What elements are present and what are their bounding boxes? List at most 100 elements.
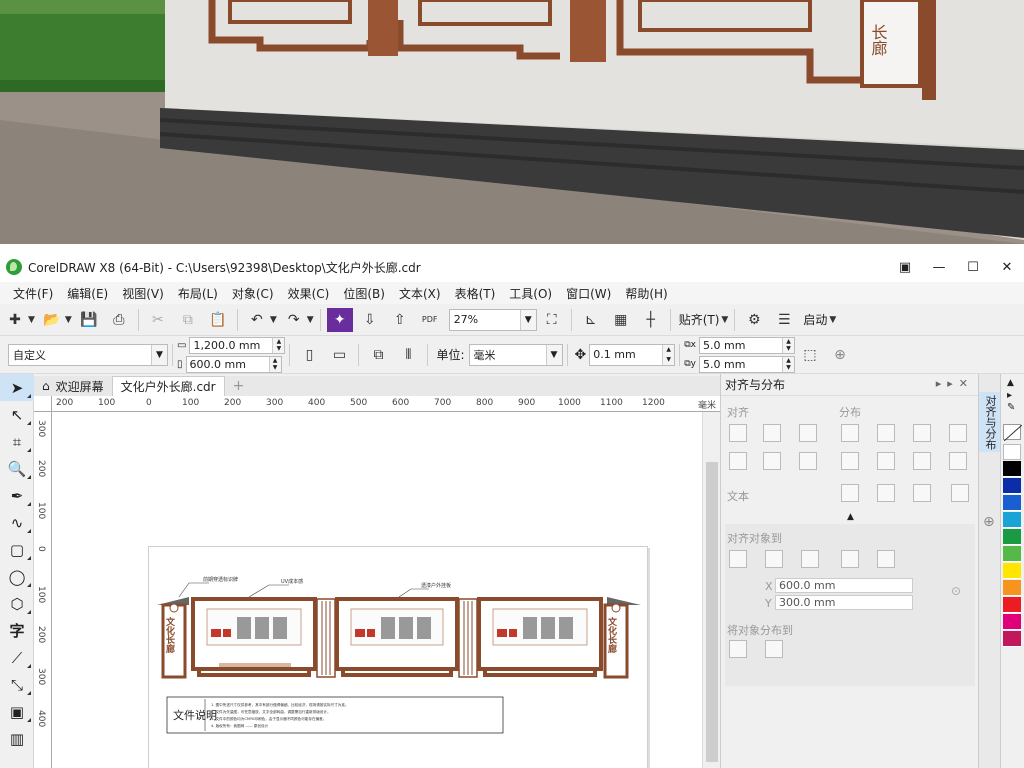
color-swatch[interactable] bbox=[1003, 461, 1021, 477]
text-first-baseline-icon[interactable] bbox=[841, 484, 859, 502]
dup-y-spinner[interactable]: ▲ ▼ bbox=[782, 356, 794, 372]
page-height-field[interactable]: 600.0 mm ▲ ▼ bbox=[185, 355, 282, 373]
save-icon[interactable]: 💾 bbox=[76, 308, 102, 332]
distribute-spacing-icon[interactable] bbox=[913, 424, 931, 442]
width-spinner[interactable]: ▲ ▼ bbox=[272, 337, 285, 353]
all-pages-icon[interactable]: ⧉ bbox=[365, 343, 391, 367]
text-outline-icon[interactable] bbox=[951, 484, 969, 502]
close-button[interactable]: ✕ bbox=[990, 252, 1024, 282]
align-center-h-icon[interactable] bbox=[763, 424, 781, 442]
color-swatch[interactable] bbox=[1003, 597, 1021, 613]
palette-scroll-up-icon[interactable]: ▲ bbox=[1007, 378, 1014, 388]
distribute-to-page-icon[interactable] bbox=[765, 640, 783, 658]
menu-bitmaps[interactable]: 位图(B) bbox=[338, 285, 394, 302]
drop-shadow-icon[interactable]: ▣ bbox=[0, 698, 34, 725]
text-tool-icon[interactable]: 字 bbox=[0, 617, 34, 644]
dup-x-field[interactable]: 5.0 mm ▲ ▼ bbox=[699, 336, 795, 354]
palette-menu-icon[interactable]: ▸ bbox=[1007, 390, 1012, 401]
distribute-middle-icon[interactable] bbox=[877, 452, 895, 470]
menu-view[interactable]: 视图(V) bbox=[117, 285, 173, 302]
distribute-left-icon[interactable] bbox=[841, 424, 859, 442]
color-swatch[interactable] bbox=[1003, 563, 1021, 579]
text-last-baseline-icon[interactable] bbox=[877, 484, 895, 502]
redo-icon[interactable]: ↷ bbox=[281, 308, 307, 332]
nudge-spinner[interactable]: ▲ ▼ bbox=[662, 344, 675, 365]
tab-welcome-screen[interactable]: ⌂ 欢迎屏幕 bbox=[34, 376, 112, 396]
export-icon[interactable]: ⇧ bbox=[387, 308, 413, 332]
page-border-icon[interactable]: ⬚ bbox=[797, 343, 823, 367]
snap-caret-icon[interactable]: ▼ bbox=[721, 315, 728, 325]
y-position-field[interactable]: 300.0 mm bbox=[775, 595, 913, 610]
target-point-icon[interactable]: ⊙ bbox=[951, 584, 961, 598]
show-grid-icon[interactable]: ▦ bbox=[608, 308, 634, 332]
scrollbar-thumb[interactable] bbox=[706, 462, 718, 762]
distribute-to-selection-icon[interactable] bbox=[729, 640, 747, 658]
connector-tool-icon[interactable]: ⤡ bbox=[0, 671, 34, 698]
x-position-field[interactable]: 600.0 mm bbox=[775, 578, 913, 593]
launch-icon[interactable]: ☰ bbox=[771, 308, 797, 332]
grid-icon[interactable] bbox=[841, 550, 859, 568]
cut-icon[interactable]: ✂ bbox=[145, 308, 171, 332]
page-edge-icon[interactable] bbox=[765, 550, 783, 568]
artistic-media-icon[interactable]: ∿ bbox=[0, 509, 34, 536]
menu-text[interactable]: 文本(X) bbox=[394, 285, 450, 302]
menu-tools[interactable]: 工具(O) bbox=[504, 285, 561, 302]
landscape-icon[interactable]: ▭ bbox=[326, 343, 352, 367]
vertical-scrollbar[interactable] bbox=[702, 412, 720, 768]
dup-y-field[interactable]: 5.0 mm ▲ ▼ bbox=[699, 355, 795, 373]
open-caret-icon[interactable]: ▼ bbox=[65, 315, 72, 325]
launch-caret-icon[interactable]: ▼ bbox=[829, 315, 836, 325]
distribute-vspacing-icon[interactable] bbox=[913, 452, 931, 470]
color-swatch[interactable] bbox=[1003, 631, 1021, 647]
current-page-icon[interactable]: ⫴ bbox=[395, 343, 421, 367]
new-tab-button[interactable]: + bbox=[225, 376, 253, 396]
import-icon[interactable]: ⇩ bbox=[357, 308, 383, 332]
active-object-icon[interactable] bbox=[729, 550, 747, 568]
text-bounding-box-icon[interactable] bbox=[913, 484, 931, 502]
color-swatch[interactable] bbox=[1003, 580, 1021, 596]
copy-icon[interactable]: ⧉ bbox=[175, 308, 201, 332]
redo-caret-icon[interactable]: ▼ bbox=[307, 315, 314, 325]
print-icon[interactable]: ⎙ bbox=[106, 308, 132, 332]
specified-point-icon[interactable] bbox=[877, 550, 895, 568]
menu-window[interactable]: 窗口(W) bbox=[561, 285, 620, 302]
distribute-bottom-icon[interactable] bbox=[949, 452, 967, 470]
zoom-dropdown-icon[interactable]: ▼ bbox=[519, 309, 536, 330]
open-folder-icon[interactable]: 📂 bbox=[39, 308, 65, 332]
menu-effects[interactable]: 效果(C) bbox=[283, 285, 339, 302]
undo-caret-icon[interactable]: ▼ bbox=[270, 315, 277, 325]
crop-tool-icon[interactable]: ⌗ bbox=[0, 428, 34, 455]
align-bottom-icon[interactable] bbox=[799, 452, 817, 470]
pick-tool-icon[interactable]: ➤ bbox=[0, 374, 34, 401]
menu-help[interactable]: 帮助(H) bbox=[620, 285, 676, 302]
color-swatch[interactable] bbox=[1003, 512, 1021, 528]
color-swatch[interactable] bbox=[1003, 529, 1021, 545]
ruler-origin[interactable] bbox=[34, 396, 52, 412]
height-spinner[interactable]: ▲ ▼ bbox=[268, 356, 281, 372]
menu-edit[interactable]: 编辑(E) bbox=[62, 285, 117, 302]
vertical-ruler[interactable]: 300 200 100 0 100 200 300 400 bbox=[34, 412, 52, 768]
undo-icon[interactable]: ↶ bbox=[244, 308, 270, 332]
tab-document[interactable]: 文化户外长廊.cdr bbox=[111, 376, 225, 396]
page-width-field[interactable]: 1,200.0 mm ▲ ▼ bbox=[189, 336, 286, 354]
add-docker-icon[interactable]: ⊕ bbox=[983, 514, 995, 530]
zoom-level-combo[interactable]: 27% ▼ bbox=[448, 308, 537, 331]
tab-align-distribute[interactable]: 对齐与分布 bbox=[979, 392, 1001, 452]
paste-icon[interactable]: 📋 bbox=[205, 308, 231, 332]
parallel-dimension-icon[interactable]: ⟋ bbox=[0, 644, 34, 671]
menu-table[interactable]: 表格(T) bbox=[450, 285, 505, 302]
rectangle-tool-icon[interactable]: ▢ bbox=[0, 536, 34, 563]
zoom-tool-icon[interactable]: 🔍 bbox=[0, 455, 34, 482]
portrait-icon[interactable]: ▯ bbox=[296, 343, 322, 367]
align-right-icon[interactable] bbox=[799, 424, 817, 442]
color-swatch[interactable] bbox=[1003, 546, 1021, 562]
launch-button[interactable]: 启动 bbox=[803, 311, 827, 328]
ellipse-tool-icon[interactable]: ◯ bbox=[0, 563, 34, 590]
minimize-button[interactable]: — bbox=[922, 252, 956, 282]
new-document-icon[interactable]: ✚ bbox=[2, 308, 28, 332]
align-left-icon[interactable] bbox=[729, 424, 747, 442]
color-swatch[interactable] bbox=[1003, 614, 1021, 630]
color-swatch[interactable] bbox=[1003, 495, 1021, 511]
menu-layout[interactable]: 布局(L) bbox=[173, 285, 227, 302]
shape-tool-icon[interactable]: ↖ bbox=[0, 401, 34, 428]
